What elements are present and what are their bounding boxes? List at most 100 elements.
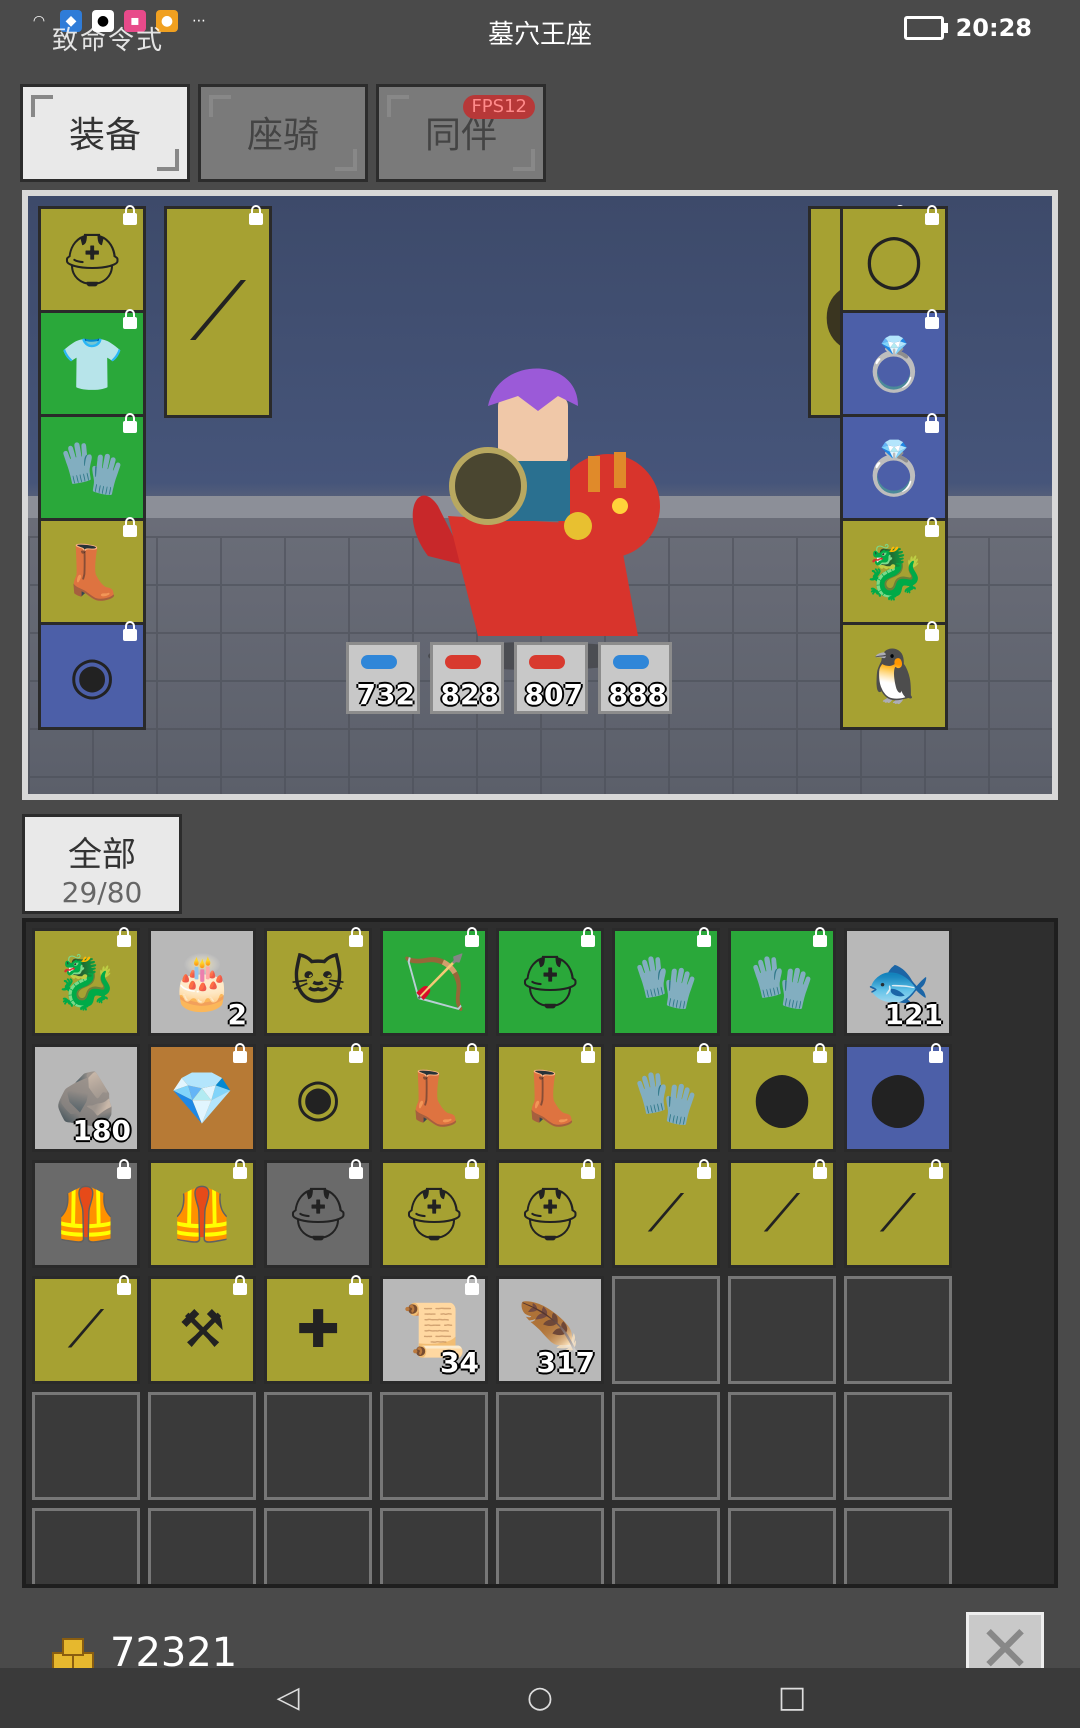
item-slot[interactable]: 👢 bbox=[380, 1043, 488, 1152]
stat-value: 828 bbox=[440, 678, 499, 711]
empty-slot[interactable] bbox=[728, 1276, 836, 1384]
empty-slot[interactable] bbox=[148, 1508, 256, 1584]
item-quantity: 317 bbox=[536, 1346, 595, 1379]
penguin-pet-icon: 🐧 bbox=[861, 646, 927, 707]
back-nav-icon[interactable]: ◁ bbox=[268, 1678, 308, 1718]
item-slot[interactable]: ⟋ bbox=[32, 1275, 140, 1384]
bag-label: 全部 bbox=[68, 835, 136, 875]
item-slot[interactable]: 🧤 bbox=[612, 927, 720, 1036]
status-right: 20:28 bbox=[903, 14, 1032, 42]
stat-box: 732 bbox=[346, 642, 420, 714]
item-slot[interactable]: ◯ bbox=[840, 205, 948, 314]
item-slot[interactable]: 💍 bbox=[840, 413, 948, 522]
empty-slot[interactable] bbox=[612, 1508, 720, 1584]
gauntlet-icon: 🧤 bbox=[59, 438, 125, 499]
item-slot[interactable]: 🦺 bbox=[32, 1159, 140, 1268]
tab-equipment[interactable]: 装备 bbox=[20, 84, 190, 182]
weapon-slot[interactable]: ⟋ bbox=[164, 205, 272, 418]
item-quantity: 34 bbox=[440, 1346, 479, 1379]
empty-slot[interactable] bbox=[264, 1508, 372, 1584]
boots-icon: 👢 bbox=[517, 1068, 583, 1129]
spear-icon: ⟋ bbox=[647, 1183, 685, 1244]
item-slot[interactable]: ⟋ bbox=[612, 1159, 720, 1268]
item-slot[interactable]: 📜 34 bbox=[380, 1275, 488, 1384]
shield-icon: ⬤ bbox=[868, 1068, 928, 1128]
empty-slot[interactable] bbox=[380, 1508, 488, 1584]
bag-filter-all[interactable]: 全部 29/80 bbox=[22, 814, 182, 914]
clock: 20:28 bbox=[955, 14, 1032, 42]
item-slot[interactable]: ⬤ bbox=[728, 1043, 836, 1152]
empty-slot[interactable] bbox=[728, 1392, 836, 1500]
item-quantity: 121 bbox=[884, 998, 943, 1031]
stat-value: 807 bbox=[524, 678, 583, 711]
spear-icon: ⟋ bbox=[763, 1183, 801, 1244]
empty-slot[interactable] bbox=[32, 1508, 140, 1584]
item-slot[interactable]: 👕 bbox=[38, 309, 146, 418]
item-slot[interactable]: 🦺 bbox=[148, 1159, 256, 1268]
empty-slot[interactable] bbox=[148, 1392, 256, 1500]
belt-icon: ◉ bbox=[69, 646, 115, 706]
inventory-grid: 🐉 🎂 2 🐱 🏹 ⛑ 🧤 🧤 🐟 121 🪨 180 💎 ◉ 👢 👢 🧤 ⬤ ⬤ 🦺 🦺 ⛑ ⛑ ⛑ ⟋ ⟋ ⟋ ⟋ ⚒ ✚ 📜 34 🪶 31… bbox=[22, 918, 1058, 1588]
item-slot[interactable]: ⟋ bbox=[728, 1159, 836, 1268]
empty-slot[interactable] bbox=[612, 1392, 720, 1500]
item-slot[interactable]: ⬤ bbox=[844, 1043, 952, 1152]
empty-slot[interactable] bbox=[32, 1392, 140, 1500]
recents-nav-icon[interactable]: □ bbox=[772, 1678, 812, 1718]
item-slot[interactable]: 💎 bbox=[148, 1043, 256, 1152]
bow-icon: 🏹 bbox=[401, 952, 467, 1013]
tab-label: 座骑 bbox=[246, 115, 319, 156]
battery-icon bbox=[903, 16, 948, 40]
item-slot[interactable]: 🐱 bbox=[264, 927, 372, 1036]
item-slot[interactable]: 🧤 bbox=[728, 927, 836, 1036]
status-bar: ◠ ◆ ● ▪ ● ⋯ 致命令式 墓穴王座 20:28 bbox=[0, 0, 1080, 64]
empty-slot[interactable] bbox=[728, 1508, 836, 1584]
item-slot[interactable]: 🧤 bbox=[612, 1043, 720, 1152]
spear-icon: ⟋ bbox=[190, 265, 246, 358]
item-slot[interactable]: ⚒ bbox=[148, 1275, 256, 1384]
item-slot[interactable]: ⛑ bbox=[496, 1159, 604, 1268]
item-slot[interactable]: ⛑ bbox=[496, 927, 604, 1036]
axe-icon: ⚒ bbox=[178, 1300, 226, 1360]
tab-mount[interactable]: 座骑 bbox=[198, 84, 368, 182]
item-slot[interactable]: 🐟 121 bbox=[844, 928, 952, 1036]
android-nav-bar: ◁ ○ □ bbox=[0, 1668, 1080, 1728]
bag-count: 29/80 bbox=[61, 876, 143, 909]
empty-slot[interactable] bbox=[844, 1392, 952, 1500]
necklace-icon: ◯ bbox=[864, 230, 924, 290]
item-slot[interactable]: 🧤 bbox=[38, 413, 146, 522]
item-slot[interactable]: ✚ bbox=[264, 1275, 372, 1384]
item-slot[interactable]: 🐉 bbox=[840, 517, 948, 626]
leather-armor-icon: 🦺 bbox=[169, 1184, 235, 1245]
item-slot[interactable]: ◉ bbox=[264, 1043, 372, 1152]
empty-slot[interactable] bbox=[496, 1392, 604, 1500]
item-slot[interactable]: 👢 bbox=[38, 517, 146, 626]
tab-companion[interactable]: 同伴 FPS12 bbox=[376, 84, 546, 182]
item-slot[interactable]: ◉ bbox=[38, 621, 146, 730]
shield-icon: ⬤ bbox=[752, 1068, 812, 1128]
item-slot[interactable]: 🐧 bbox=[840, 621, 948, 730]
stat-value: 888 bbox=[608, 678, 667, 711]
empty-slot[interactable] bbox=[612, 1276, 720, 1384]
empty-slot[interactable] bbox=[496, 1508, 604, 1584]
boots-icon: 👢 bbox=[401, 1068, 467, 1129]
feather-icon bbox=[529, 655, 565, 669]
fps-badge: FPS12 bbox=[463, 95, 535, 119]
item-slot[interactable]: 🎂 2 bbox=[148, 928, 256, 1036]
item-slot[interactable]: 🏹 bbox=[380, 927, 488, 1036]
item-slot[interactable]: 💍 bbox=[840, 309, 948, 418]
item-slot[interactable]: 🪨 180 bbox=[32, 1044, 140, 1152]
spear-icon: ⟋ bbox=[879, 1183, 917, 1244]
item-slot[interactable]: ⟋ bbox=[844, 1159, 952, 1268]
item-slot[interactable]: 👢 bbox=[496, 1043, 604, 1152]
empty-slot[interactable] bbox=[264, 1392, 372, 1500]
item-slot[interactable]: 🪶 317 bbox=[496, 1276, 604, 1384]
empty-slot[interactable] bbox=[844, 1508, 952, 1584]
item-slot[interactable]: ⛑ bbox=[38, 205, 146, 314]
home-nav-icon[interactable]: ○ bbox=[520, 1678, 560, 1718]
item-slot[interactable]: 🐉 bbox=[32, 927, 140, 1036]
gold-coins-icon bbox=[52, 1636, 96, 1670]
item-slot[interactable]: ⛑ bbox=[380, 1159, 488, 1268]
empty-slot[interactable] bbox=[380, 1392, 488, 1500]
empty-slot[interactable] bbox=[844, 1276, 952, 1384]
item-slot[interactable]: ⛑ bbox=[264, 1159, 372, 1268]
